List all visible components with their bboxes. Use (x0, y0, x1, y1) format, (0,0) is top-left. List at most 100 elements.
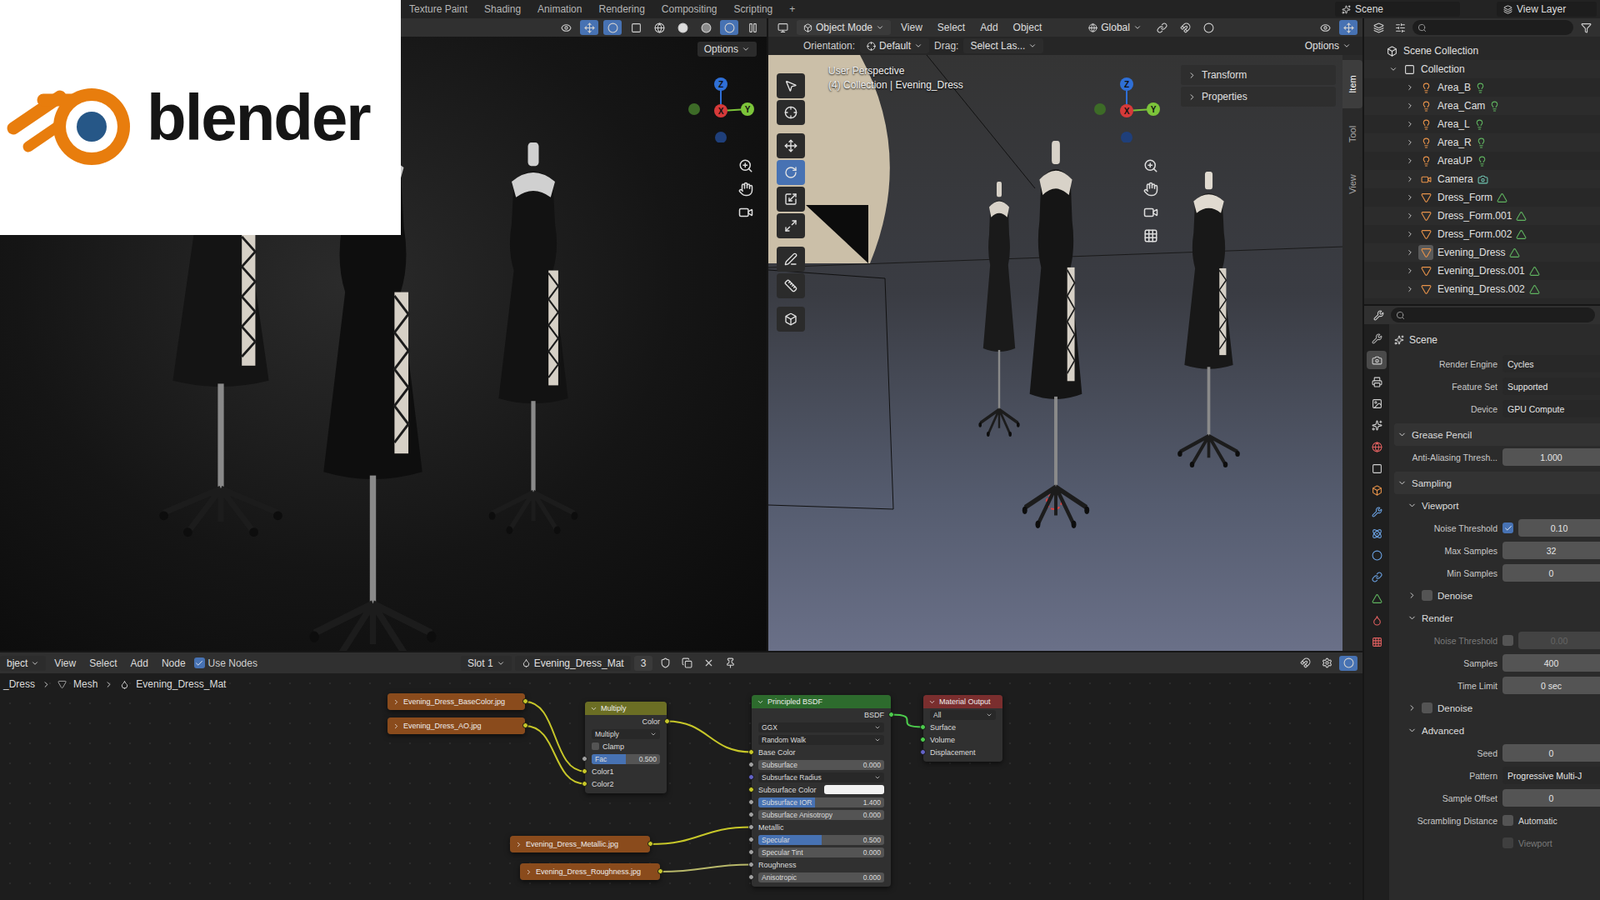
node-dropdown[interactable]: Subsurface Radius (758, 772, 885, 783)
input-socket[interactable] (920, 736, 926, 743)
input-socket[interactable] (581, 755, 588, 762)
display-mode-icon[interactable] (1390, 20, 1410, 35)
light-data-icon[interactable] (1475, 137, 1487, 149)
collapse-icon[interactable] (756, 698, 765, 706)
camera-data-icon[interactable] (1477, 174, 1489, 185)
input-socket[interactable] (748, 786, 755, 793)
menu-item[interactable]: Select (932, 20, 970, 35)
properties-tab[interactable] (1366, 459, 1387, 478)
value-slider[interactable]: Subsurface0.000 (758, 760, 885, 770)
checkbox[interactable] (1502, 522, 1514, 534)
mesh-data-icon[interactable] (1529, 284, 1540, 295)
zoom-icon[interactable] (1143, 158, 1159, 174)
outliner-row[interactable]: Dress_Form.001 (1364, 206, 1600, 225)
material-output-node[interactable]: Material OutputAllSurfaceVolumeDisplacem… (923, 695, 1003, 762)
properties-tab[interactable] (1366, 524, 1387, 543)
image-texture-node[interactable]: Evening_Dress_Roughness.jpg (520, 863, 660, 880)
menu-item[interactable]: Add (975, 20, 1003, 35)
properties-search[interactable] (1390, 307, 1595, 323)
panel-header[interactable]: Sampling (1394, 471, 1600, 495)
gizmo-toggle-icon[interactable] (580, 20, 599, 35)
transform-orientation-dropdown[interactable]: Global (1081, 20, 1149, 35)
value-slider[interactable]: Specular Tint0.000 (758, 847, 885, 858)
material-selector[interactable]: Evening_Dress_Mat (515, 655, 631, 671)
checkbox[interactable] (1502, 815, 1514, 826)
outliner-row[interactable]: Evening_Dress.002 (1364, 280, 1600, 299)
settings-icon[interactable] (1317, 655, 1336, 671)
sidebar-tab[interactable]: Tool (1342, 110, 1363, 159)
input-socket[interactable] (748, 836, 755, 843)
dropdown-field[interactable]: GPU Compute (1502, 400, 1600, 418)
mode-dropdown[interactable]: Object Mode (796, 20, 891, 35)
options-button[interactable]: Options (697, 41, 757, 57)
input-socket[interactable] (748, 761, 755, 768)
zoom-icon[interactable] (738, 158, 754, 174)
outliner-row[interactable]: Area_L (1364, 115, 1600, 134)
collapsed-icon[interactable] (1405, 175, 1415, 184)
camera-view-icon[interactable] (738, 205, 754, 220)
color-swatch[interactable] (824, 785, 885, 795)
pan-icon[interactable] (1143, 181, 1159, 197)
workspace-tab[interactable]: Shading (476, 0, 529, 18)
drag-dropdown[interactable]: Select Las... (963, 38, 1044, 54)
properties-tab[interactable] (1366, 350, 1387, 370)
view-layer-selector[interactable]: View Layer (1496, 1, 1597, 17)
menu-item[interactable]: View (895, 20, 928, 35)
tool-button[interactable] (776, 73, 805, 99)
mix-node[interactable]: MultiplyColorMultiplyClampFac0.500Color1… (585, 701, 667, 794)
panel-header[interactable]: Advanced (1394, 719, 1600, 742)
number-field[interactable]: 0 (1502, 744, 1600, 762)
number-field[interactable]: 0 (1502, 564, 1600, 582)
overlay-toggle-icon[interactable] (603, 20, 622, 35)
object-dropdown[interactable]: bject (0, 655, 46, 671)
properties-tab[interactable] (1366, 437, 1387, 456)
properties-tab[interactable] (1366, 545, 1387, 565)
blend-dropdown[interactable]: Multiply (591, 729, 660, 740)
collapsed-icon[interactable] (1405, 211, 1415, 220)
value-slider[interactable]: Specular0.500 (758, 835, 885, 845)
collapsed-icon[interactable] (1405, 266, 1415, 275)
sidebar-tab[interactable]: Item (1342, 60, 1363, 109)
solid-shading-icon[interactable] (673, 20, 692, 35)
fac-slider[interactable]: Fac0.500 (591, 754, 660, 765)
slot-dropdown[interactable]: Slot 1 (460, 655, 512, 671)
number-field[interactable]: 32 (1502, 541, 1600, 560)
collapsed-icon[interactable] (1405, 193, 1415, 202)
tool-button[interactable] (776, 133, 805, 159)
properties-tab[interactable] (1366, 480, 1387, 500)
node-dropdown[interactable]: GGX (758, 722, 885, 733)
menu-item[interactable]: Object (1008, 20, 1048, 35)
output-socket[interactable] (522, 722, 529, 729)
input-socket[interactable] (748, 799, 755, 805)
pause-icon[interactable] (743, 20, 762, 35)
light-data-icon[interactable] (1475, 82, 1486, 94)
material-shading-icon[interactable] (696, 20, 715, 35)
node-link[interactable] (666, 721, 752, 753)
outliner-row[interactable]: Collection (1364, 60, 1600, 79)
navigation-gizmo[interactable]: ZXY (687, 75, 755, 143)
output-socket[interactable] (664, 718, 670, 725)
properties-tab[interactable] (1366, 632, 1387, 651)
sidebar-tab[interactable]: View (1342, 160, 1363, 209)
light-data-icon[interactable] (1474, 119, 1485, 130)
outliner-row[interactable]: Camera (1364, 170, 1600, 189)
menu-item[interactable]: View (49, 655, 81, 671)
filter-icon[interactable] (1576, 20, 1595, 35)
input-socket[interactable] (581, 780, 588, 787)
node-link[interactable] (660, 865, 752, 873)
collapsed-icon[interactable] (1405, 101, 1415, 110)
node-dropdown[interactable]: Random Walk (758, 735, 885, 745)
workspace-tab[interactable]: Texture Paint (401, 0, 475, 18)
mesh-data-icon[interactable] (1529, 265, 1540, 277)
overlay-toggle-icon[interactable] (1339, 655, 1358, 671)
number-field[interactable]: 400 (1502, 654, 1600, 672)
number-field[interactable]: 0.00 (1518, 631, 1600, 650)
editor-type-icon[interactable] (1369, 307, 1388, 323)
xray-icon[interactable] (626, 20, 645, 35)
outliner-row[interactable]: Dress_Form.002 (1364, 225, 1600, 244)
light-data-icon[interactable] (1476, 155, 1488, 167)
mesh-data-icon[interactable] (1496, 192, 1508, 204)
panel-header[interactable]: Render (1394, 606, 1600, 630)
input-socket[interactable] (748, 874, 755, 880)
outliner-row[interactable]: Evening_Dress.001 (1364, 261, 1600, 280)
